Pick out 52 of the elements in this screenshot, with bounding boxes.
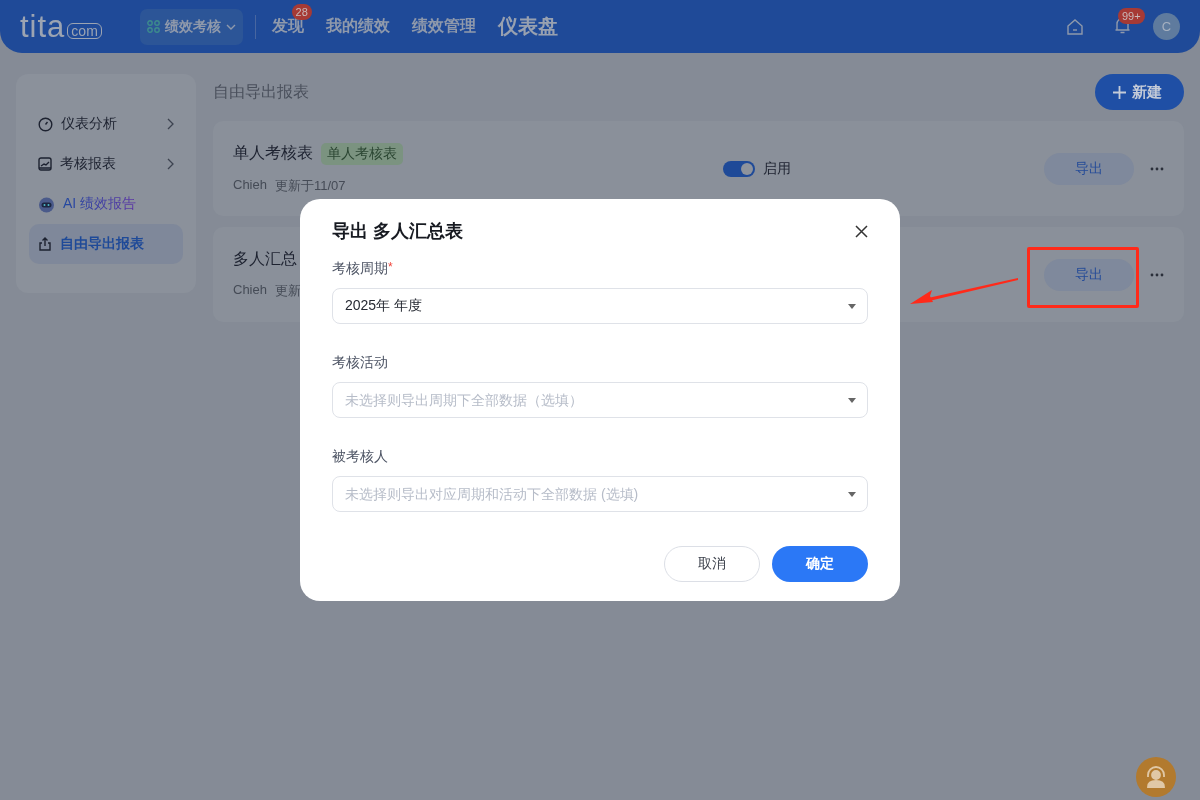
required-mark: * [388,260,393,274]
nav-tab[interactable]: 绩效管理 [411,16,476,37]
nav-tab[interactable]: 我的绩效 [325,16,390,37]
plus-icon [1113,85,1126,99]
sidebar-item[interactable]: AI 绩效报告 [29,184,183,224]
toggle-label: 启用 [763,159,791,178]
caret-icon [848,398,856,403]
dialog-title: 导出 多人汇总表 [332,220,463,243]
logo-suffix: com [67,23,102,39]
author-name: Chieh [233,176,267,194]
upload-icon [38,236,52,252]
nav-tab[interactable]: 仪表盘 [497,13,558,40]
toggle-switch[interactable] [723,160,755,177]
count-badge: 99+ [1118,7,1145,24]
robot-icon [38,195,55,213]
caret-icon [225,23,236,30]
chart-icon [38,157,52,171]
select-field[interactable]: 未选择则导出周期下全部数据（选填） [332,382,868,418]
cancel-button[interactable]: 取消 [664,546,760,582]
report-title: 多人汇总 [233,249,297,269]
more-icon[interactable] [1150,166,1164,171]
logo-text: tita [20,11,66,42]
report-title: 单人考核表 [233,143,313,163]
sidebar-item[interactable]: 考核报表 [29,144,183,184]
close-icon[interactable] [855,224,868,238]
gauge-icon [38,116,53,132]
grid-icon [146,20,160,33]
sidebar-item[interactable]: 自由导出报表 [29,224,183,264]
avatar[interactable]: C [1153,13,1180,40]
module-switch[interactable]: 绩效考核 [139,8,243,45]
select-field[interactable]: 2025年 年度 [332,288,868,324]
author-name: Chieh [233,282,267,299]
new-button[interactable]: 新建 [1095,74,1184,110]
export-button[interactable]: 导出 [1044,258,1134,291]
update-date: 更新 [274,282,301,300]
home-icon[interactable] [1066,17,1084,36]
report-tag: 单人考核表 [321,142,403,165]
caret-icon [848,304,856,309]
export-button[interactable]: 导出 [1044,152,1134,185]
confirm-button[interactable]: 确定 [772,546,868,582]
field-label: 考核活动 [332,354,388,372]
more-icon[interactable] [1150,272,1164,277]
field-label: 考核周期 [332,260,388,278]
support-button[interactable] [1136,757,1176,797]
page-title: 自由导出报表 [213,81,309,102]
field-label: 被考核人 [332,448,388,466]
select-field[interactable]: 未选择则导出对应周期和活动下全部数据 (选填) [332,476,868,512]
count-badge: 28 [291,4,312,20]
update-date: 更新于11/07 [274,176,346,195]
sidebar-item[interactable]: 仪表分析 [29,104,183,144]
caret-icon [848,492,856,497]
headset-icon [1145,765,1167,789]
